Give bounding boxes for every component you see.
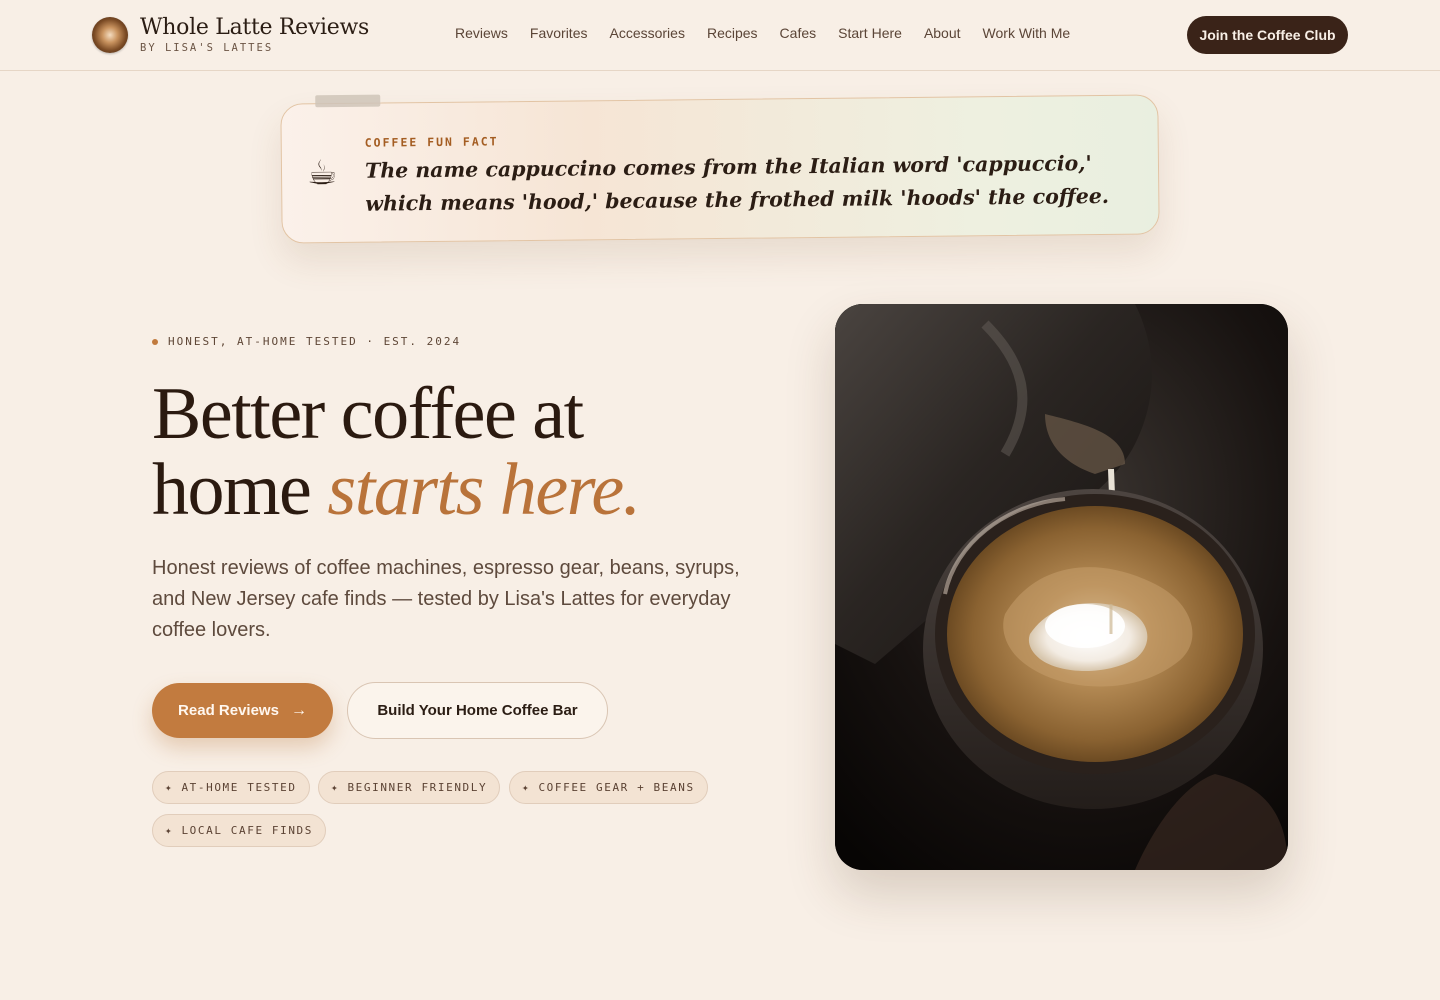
headline-line-1: Better coffee at: [152, 373, 584, 455]
latte-art-photo: [835, 304, 1288, 870]
nav-reviews[interactable]: Reviews: [455, 25, 508, 41]
hero-description: Honest reviews of coffee machines, espre…: [152, 557, 740, 641]
eyebrow-text: HONEST, AT-HOME TESTED · EST. 2024: [168, 335, 462, 348]
nav-recipes[interactable]: Recipes: [707, 25, 758, 41]
brand[interactable]: Whole Latte Reviews BY LISA'S LATTES: [92, 16, 369, 54]
tag-coffee-gear-beans: ✦ COFFEE GEAR + BEANS: [509, 771, 708, 804]
nav-work-with-me[interactable]: Work With Me: [983, 25, 1071, 41]
tag-at-home-tested: ✦ AT-HOME TESTED: [152, 771, 310, 804]
fun-fact-label: COFFEE FUN FACT: [364, 134, 499, 150]
brand-title: Whole Latte Reviews: [140, 15, 369, 40]
hero-eyebrow: HONEST, AT-HOME TESTED · EST. 2024: [152, 335, 461, 348]
arrow-right-icon: →: [290, 701, 307, 719]
fun-fact-card: ☕ COFFEE FUN FACT The name cappuccino co…: [280, 94, 1160, 244]
main-nav: Reviews Favorites Accessories Recipes Ca…: [455, 25, 1070, 41]
latte-art-illustration: [835, 304, 1288, 870]
nav-cafes[interactable]: Cafes: [780, 25, 817, 41]
read-reviews-label: Read Reviews: [178, 702, 279, 719]
build-coffee-bar-button[interactable]: Build Your Home Coffee Bar: [347, 682, 608, 739]
eyebrow-dot-icon: [152, 338, 158, 345]
read-reviews-button[interactable]: Read Reviews →: [152, 683, 333, 738]
nav-about[interactable]: About: [924, 25, 961, 41]
nav-favorites[interactable]: Favorites: [530, 25, 588, 41]
join-coffee-club-button[interactable]: Join the Coffee Club: [1187, 16, 1348, 54]
nav-start-here[interactable]: Start Here: [838, 25, 902, 41]
site-header: Whole Latte Reviews BY LISA'S LATTES Rev…: [0, 0, 1440, 71]
fun-fact-text: The name cappuccino comes from the Itali…: [364, 151, 1110, 216]
nav-accessories[interactable]: Accessories: [609, 25, 684, 41]
tag-beginner-friendly: ✦ BEGINNER FRIENDLY: [318, 771, 501, 804]
coffee-cup-icon: ☕: [306, 154, 338, 193]
tag-local-cafe-finds: ✦ LOCAL CAFE FINDS: [152, 814, 327, 847]
hero-headline: Better coffee at home starts here.: [152, 376, 792, 528]
tape-decoration: [315, 94, 381, 108]
headline-line-2-plain: home: [152, 449, 312, 531]
brand-logo-icon: [92, 17, 128, 53]
headline-accent: starts here.: [327, 449, 641, 531]
brand-subtitle: BY LISA'S LATTES: [140, 42, 274, 54]
